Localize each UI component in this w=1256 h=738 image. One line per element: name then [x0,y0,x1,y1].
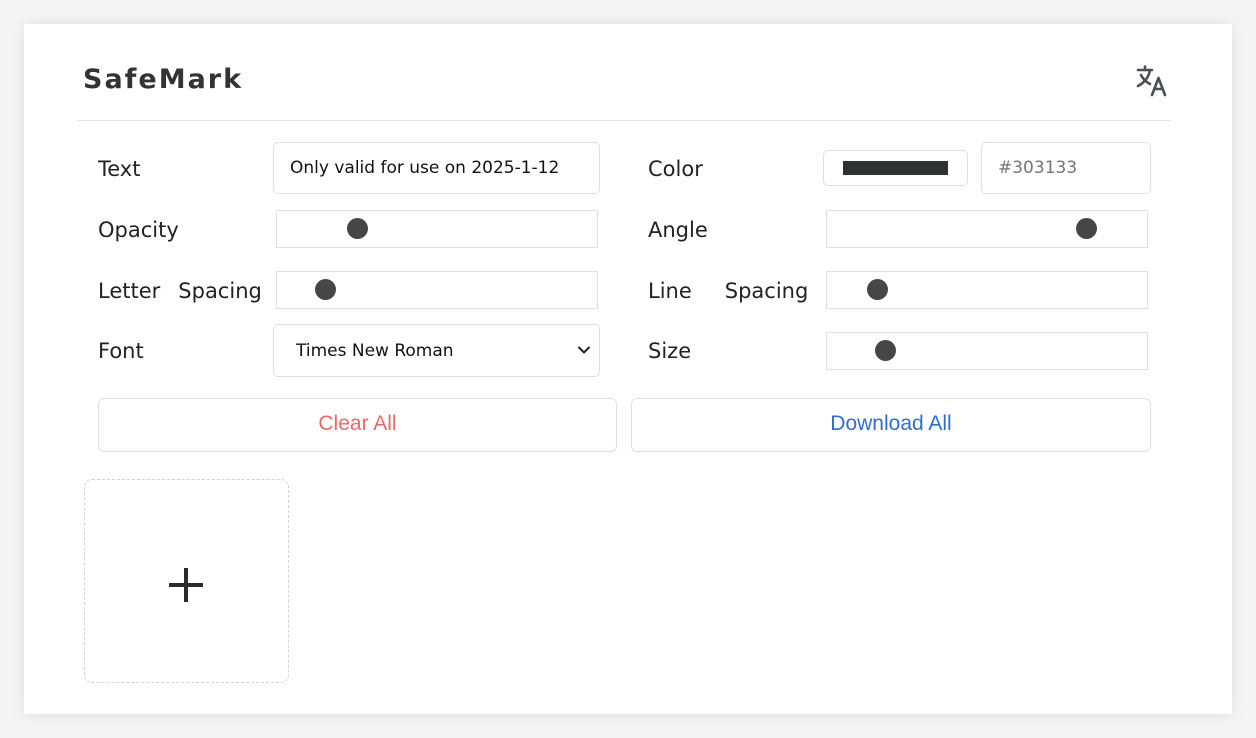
watermark-panel: SafeMark Text Color Opacity Angle [24,24,1232,714]
plus-icon [169,568,203,602]
letter-spacing-slider[interactable] [276,271,598,309]
letter-spacing-label-word1: Letter [98,279,161,303]
font-select-value: Times New Roman [296,341,454,361]
letter-spacing-slider-thumb[interactable] [315,279,336,300]
language-toggle-button[interactable] [1135,64,1169,98]
opacity-slider-thumb[interactable] [347,218,368,239]
text-label: Text [98,157,141,181]
chevron-down-icon [578,346,590,354]
line-spacing-label-word2: Spacing [724,279,809,303]
watermark-text-input[interactable] [273,142,600,194]
line-spacing-label: Line Spacing [648,279,808,303]
opacity-label: Opacity [98,218,179,242]
letter-spacing-label: Letter Spacing [98,279,262,303]
line-spacing-label-word1: Line [648,279,692,303]
size-slider[interactable] [826,332,1148,370]
opacity-slider[interactable] [276,210,598,248]
size-slider-thumb[interactable] [874,340,896,361]
color-hex-input[interactable] [981,142,1151,194]
font-label: Font [98,339,144,363]
header: SafeMark [77,56,1171,121]
app-title: SafeMark [83,64,244,95]
font-select[interactable]: Times New Roman [273,324,600,377]
clear-all-button[interactable]: Clear All [98,398,617,452]
line-spacing-slider-thumb[interactable] [866,279,888,300]
image-upload-dropzone[interactable] [84,479,289,683]
angle-slider-thumb[interactable] [1076,218,1098,239]
angle-slider[interactable] [826,210,1148,248]
color-picker-swatch[interactable] [823,150,968,186]
letter-spacing-label-word2: Spacing [178,279,262,303]
line-spacing-slider[interactable] [826,271,1148,309]
color-swatch-fill [843,161,948,175]
angle-label: Angle [648,218,708,242]
size-label: Size [648,339,692,363]
color-label: Color [648,157,703,181]
download-all-button[interactable]: Download All [631,398,1151,452]
translate-icon [1136,65,1167,97]
